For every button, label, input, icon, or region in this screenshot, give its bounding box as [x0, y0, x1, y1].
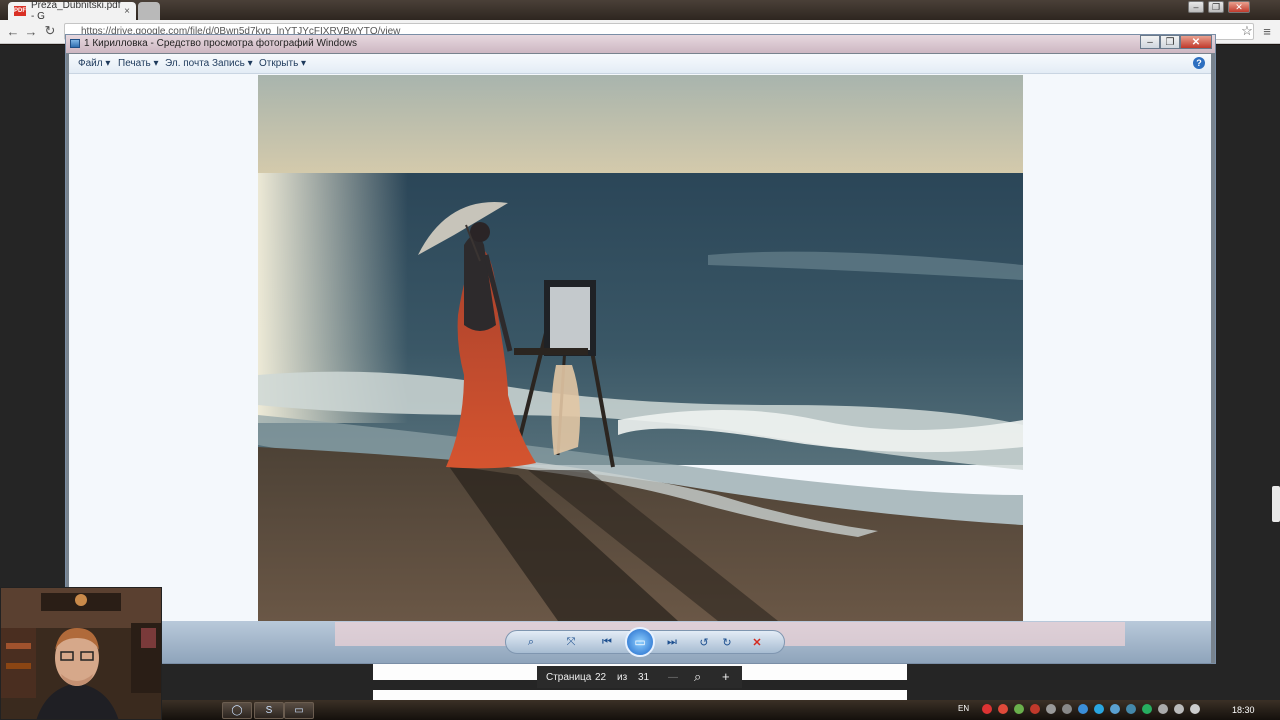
- browser-minimize-button[interactable]: –: [1188, 1, 1204, 13]
- pdf-page-edge-bottom: [373, 690, 907, 700]
- reload-icon[interactable]: ↻: [41, 22, 59, 40]
- browser-tab-label: Preza_Dubnitski.pdf - G: [31, 0, 121, 22]
- browser-maximize-button[interactable]: ❐: [1208, 1, 1224, 13]
- total-pages: 31: [638, 672, 650, 683]
- slideshow-button[interactable]: ▭: [625, 627, 655, 657]
- photo-viewer-title: 1 Кирилловка - Средство просмотра фотогр…: [84, 38, 358, 49]
- help-icon[interactable]: ?: [1193, 57, 1205, 69]
- photo-viewer-app-icon: [70, 39, 80, 48]
- windows-taskbar: [0, 700, 1280, 720]
- tray-monitor-icon[interactable]: [1110, 704, 1120, 714]
- browser-tab-active[interactable]: PDF Preza_Dubnitski.pdf - G ×: [8, 0, 136, 22]
- tray-opera-icon[interactable]: [998, 704, 1008, 714]
- tray-device-icon[interactable]: [1126, 704, 1136, 714]
- tray-update-icon[interactable]: [1142, 704, 1152, 714]
- actual-size-icon[interactable]: ⤧: [562, 633, 580, 651]
- tray-network-icon[interactable]: [1046, 704, 1056, 714]
- tray-volume-icon[interactable]: [1190, 704, 1200, 714]
- language-indicator[interactable]: EN: [958, 704, 969, 713]
- chrome-menu-icon[interactable]: ≡: [1258, 22, 1276, 40]
- webcam-overlay: [0, 587, 162, 720]
- page-label: Страница: [546, 672, 592, 683]
- tray-flag-icon[interactable]: [1158, 704, 1168, 714]
- taskbar-app-skype[interactable]: S: [254, 702, 284, 719]
- tray-sync-icon[interactable]: [1062, 704, 1072, 714]
- next-icon[interactable]: ⏭: [663, 633, 681, 651]
- delete-icon[interactable]: ✕: [748, 633, 766, 651]
- tray-cloud-icon[interactable]: [1078, 704, 1088, 714]
- browser-close-button[interactable]: ✕: [1228, 1, 1250, 13]
- zoom-out-button[interactable]: —: [668, 672, 678, 683]
- current-page-input[interactable]: 22: [595, 672, 606, 683]
- pdf-file-icon: PDF: [14, 6, 26, 16]
- zoom-icon: ⌕: [694, 669, 702, 684]
- browser-tab-strip: [0, 0, 1280, 20]
- menu-open[interactable]: Открыть ▾: [259, 58, 306, 69]
- viewer-minimize-button[interactable]: –: [1140, 35, 1160, 49]
- tray-antivirus-icon[interactable]: [982, 704, 992, 714]
- new-tab-button[interactable]: [138, 2, 160, 20]
- taskbar-app-photo-viewer[interactable]: ▭: [284, 702, 314, 719]
- forward-arrow-icon[interactable]: →: [22, 22, 40, 40]
- menu-burn[interactable]: Запись ▾: [212, 58, 253, 69]
- webcam-presenter-image: [1, 588, 161, 719]
- menu-email[interactable]: Эл. почта: [165, 58, 209, 69]
- tray-utility-icon[interactable]: [1014, 704, 1024, 714]
- rotate-counterclockwise-icon[interactable]: ↺: [695, 633, 713, 651]
- tray-network-bars-icon[interactable]: [1174, 704, 1184, 714]
- zoom-in-button[interactable]: +: [722, 669, 730, 684]
- rotate-clockwise-icon[interactable]: ↻: [718, 633, 736, 651]
- viewer-maximize-button[interactable]: ❐: [1160, 35, 1180, 49]
- tray-shield-icon[interactable]: [1030, 704, 1040, 714]
- previous-icon[interactable]: ⏮: [598, 633, 616, 651]
- zoom-magnifier-icon[interactable]: ⌕: [522, 633, 540, 651]
- menu-file[interactable]: Файл ▾: [78, 58, 110, 69]
- back-arrow-icon[interactable]: ←: [4, 22, 22, 40]
- taskbar-clock[interactable]: 18:30: [1232, 705, 1255, 715]
- taskbar-app-explorer[interactable]: ◯: [222, 702, 252, 719]
- tray-display-icon[interactable]: [1094, 704, 1104, 714]
- menu-print[interactable]: Печать ▾: [118, 58, 159, 69]
- bookmark-star-icon[interactable]: ☆: [1238, 22, 1256, 40]
- beach-scene-image: [258, 75, 1023, 621]
- tab-close-icon[interactable]: ×: [124, 6, 130, 17]
- scrollbar-thumb[interactable]: [1272, 486, 1280, 522]
- viewer-close-button[interactable]: ✕: [1180, 35, 1212, 49]
- beach-photo: [258, 75, 1023, 621]
- page-of-label: из: [617, 672, 628, 683]
